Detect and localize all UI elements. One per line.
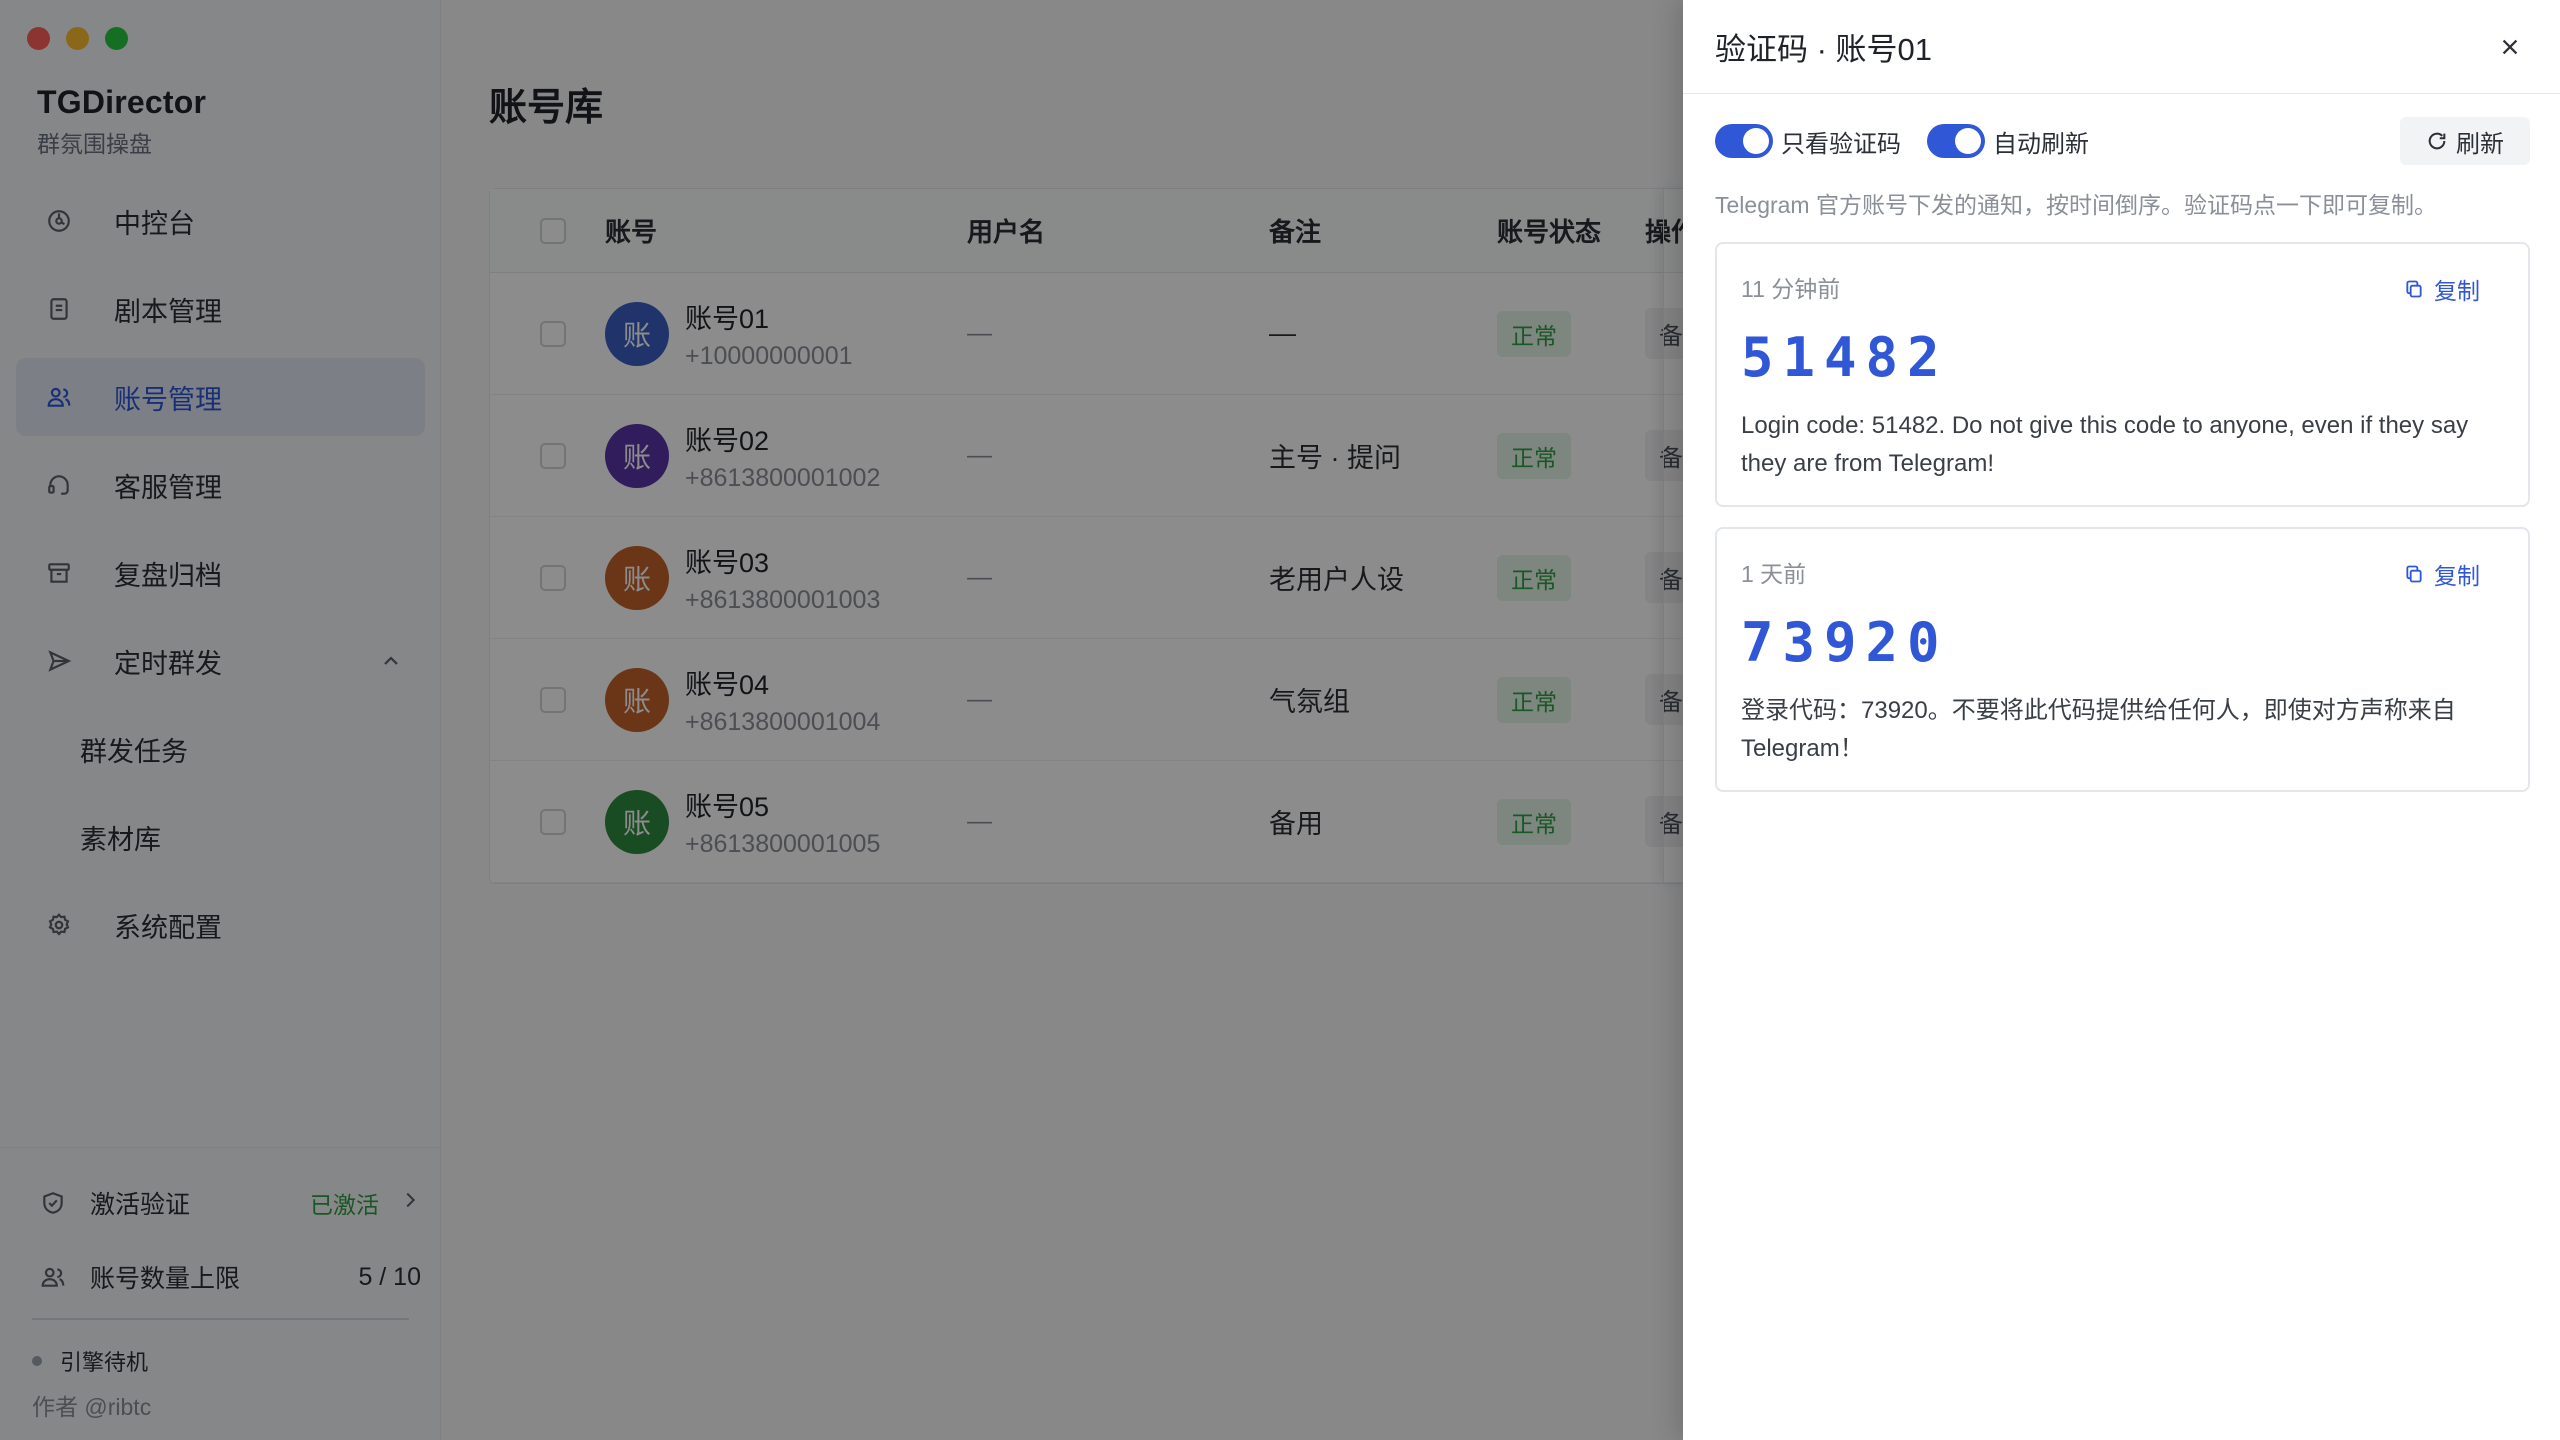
message-text: 登录代码：73920。不要将此代码提供给任何人，即使对方声称来自 Telegra… <box>1741 697 2456 762</box>
verification-code[interactable]: 51482 <box>1741 326 2502 389</box>
codes-only-toggle[interactable] <box>1715 124 1773 158</box>
codes-only-toggle-group: 只看验证码 <box>1715 124 1901 159</box>
code-message-card: 1 天前 复制 73920 登录代码：73920。不要将此代码提供给任何人，即使… <box>1715 527 2530 792</box>
copy-label: 复制 <box>2434 278 2480 304</box>
code-message-card: 11 分钟前 复制 51482 Login code: 51482. Do no… <box>1715 242 2530 507</box>
modal-backdrop[interactable] <box>0 0 1683 1440</box>
drawer-header: 验证码 · 账号01 <box>1683 0 2560 94</box>
refresh-icon <box>2428 132 2446 150</box>
close-icon <box>2502 39 2518 54</box>
copy-icon <box>2406 280 2422 298</box>
verification-code-drawer: 验证码 · 账号01 只看验证码 自动刷新 刷新 Telegram 官方账号下发… <box>1683 0 2560 1440</box>
copy-button[interactable]: 复制 <box>2404 272 2480 306</box>
drawer-title: 验证码 · 账号01 <box>1715 32 1933 67</box>
refresh-label: 刷新 <box>2456 130 2504 158</box>
close-drawer-button[interactable] <box>2492 29 2528 65</box>
copy-label: 复制 <box>2434 563 2480 589</box>
verification-code[interactable]: 73920 <box>1741 611 2502 674</box>
drawer-hint: Telegram 官方账号下发的通知，按时间倒序。验证码点一下即可复制。 <box>1715 192 2437 218</box>
auto-refresh-toggle-group: 自动刷新 <box>1927 124 2089 159</box>
app-window: TGDirector 群氛围操盘 中控台 剧本管理 账号管理 客服管理 复盘归档… <box>0 0 2560 1440</box>
message-time: 11 分钟前 <box>1741 276 1841 302</box>
copy-button[interactable]: 复制 <box>2404 557 2480 591</box>
message-list: 11 分钟前 复制 51482 Login code: 51482. Do no… <box>1715 242 2530 812</box>
auto-refresh-toggle[interactable] <box>1927 124 1985 158</box>
copy-icon <box>2406 565 2422 583</box>
codes-only-label: 只看验证码 <box>1781 130 1901 158</box>
drawer-controls: 只看验证码 自动刷新 刷新 <box>1715 116 2530 166</box>
auto-refresh-label: 自动刷新 <box>1993 130 2089 158</box>
refresh-button[interactable]: 刷新 <box>2400 117 2530 165</box>
message-time: 1 天前 <box>1741 561 1807 587</box>
message-text: Login code: 51482. Do not give this code… <box>1741 412 2469 477</box>
